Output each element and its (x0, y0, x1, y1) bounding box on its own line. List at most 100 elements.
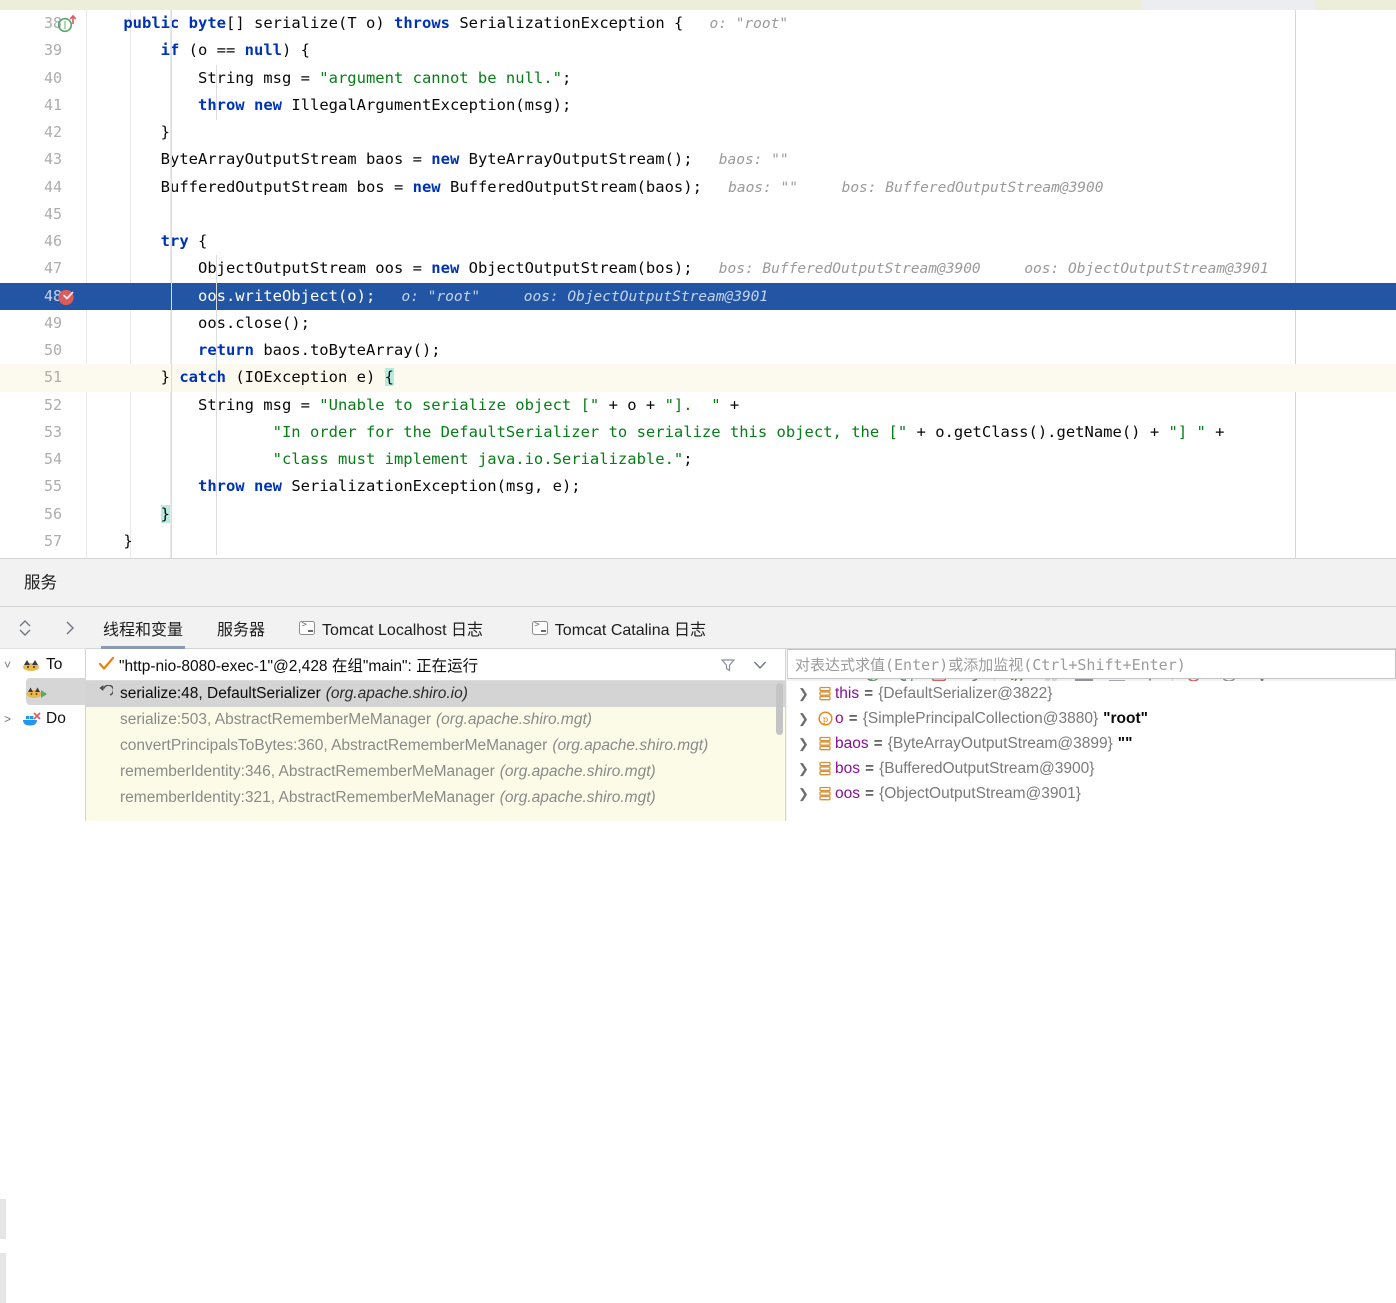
inline-debug-hint: baos: "" (692, 152, 789, 169)
frame-row[interactable]: serialize:48, DefaultSerializer (org.apac… (86, 681, 785, 707)
code-line-43[interactable]: 43 ByteArrayOutputStream baos = new Byte… (0, 146, 1396, 173)
code-text: BufferedOutputStream bos = new BufferedO… (86, 174, 1396, 201)
chevron-down-icon[interactable] (753, 660, 767, 670)
tab-label: 服务器 (217, 622, 266, 639)
code-line-44[interactable]: 44 BufferedOutputStream bos = new Buffer… (0, 174, 1396, 201)
frames-list[interactable]: serialize:48, DefaultSerializer (org.apac… (86, 681, 786, 821)
breakpoint-verified-icon[interactable] (56, 286, 78, 308)
code-line-47[interactable]: 47 ObjectOutputStream oos = new ObjectOu… (0, 255, 1396, 282)
code-line-54[interactable]: 54 "class must implement java.io.Seriali… (0, 446, 1396, 473)
code-line-57[interactable]: 57 } (0, 528, 1396, 555)
code-token: new (412, 177, 441, 196)
variable-name: o (835, 709, 844, 727)
expand-chevron-icon[interactable]: ❯ (798, 711, 815, 727)
code-token: + (720, 395, 740, 414)
frames-rows: serialize:48, DefaultSerializer (org.apac… (86, 681, 785, 811)
code-line-38[interactable]: 38 I public byte[] serialize(T o) throws … (0, 10, 1396, 37)
code-token: "class must implement java.io.Serializab… (272, 450, 684, 468)
thread-selector[interactable]: "http-nio-8080-exec-1"@2,428 在组"main": 正… (86, 649, 786, 681)
line-number: 45 (43, 204, 62, 223)
top-strip-segment-right (1315, 0, 1396, 10)
variable-row[interactable]: ❯ bos = {BufferedOutputStream@3900} (787, 756, 1396, 781)
tab-2[interactable]: Tomcat Localhost 日志 (297, 607, 485, 649)
debug-tabs-bar[interactable]: 线程和变量 服务器 Tomcat Localhost 日志 Tomcat Catali… (86, 607, 1396, 686)
code-line-45[interactable]: 45 (0, 201, 1396, 228)
code-line-51[interactable]: 51 } catch (IOException e) { (0, 364, 1396, 392)
tab-0[interactable]: 线程和变量 (101, 607, 186, 649)
expand-chevron-icon[interactable]: ❯ (798, 761, 815, 777)
code-token: ByteArrayOutputStream(); (459, 150, 693, 169)
code-line-39[interactable]: 39 if (o == null) { (0, 37, 1396, 64)
frame-row[interactable]: convertPrincipalsToBytes:360, AbstractRe… (86, 733, 785, 759)
running-check-icon (98, 656, 115, 670)
variables-tree[interactable]: ❯ this = {DefaultSerializer@3822} ❯ p o = {Simpl… (787, 681, 1396, 821)
parameter-icon: p (815, 711, 835, 726)
tab-3[interactable]: Tomcat Catalina 日志 (530, 607, 708, 649)
tab-1[interactable]: 服务器 (215, 607, 267, 649)
implementing-method-icon[interactable]: I (56, 13, 78, 35)
code-text: return baos.toByteArray(); (86, 337, 1396, 364)
frame-package: (org.apache.shiro.io) (325, 685, 468, 702)
code-line-41[interactable]: 41 throw new IllegalArgumentException(ms… (0, 92, 1396, 119)
expand-chevron-icon[interactable]: ❯ (798, 686, 815, 702)
code-line-42[interactable]: 42 } (0, 119, 1396, 146)
variable-equals: = (873, 734, 883, 752)
frame-row[interactable]: serialize:503, AbstractRememberMeManager… (86, 707, 785, 733)
code-token: ByteArrayOutputStream baos = (86, 150, 432, 169)
frame-package: (org.apache.shiro.mgt) (499, 763, 656, 780)
code-line-53[interactable]: 53 "In order for the DefaultSerializer t… (0, 419, 1396, 446)
filter-icon[interactable] (720, 657, 736, 673)
code-token: oos.writeObject(o); (86, 286, 376, 305)
code-token: String msg = (86, 395, 320, 414)
tomcat-icon (22, 657, 41, 673)
expand-chevron-icon[interactable]: ❯ (798, 736, 815, 752)
code-token: throws (394, 14, 451, 32)
breakpoint-verified-icon[interactable] (56, 286, 78, 308)
code-line-52[interactable]: 52 String msg = "Unable to serialize obj… (0, 392, 1396, 419)
thread-label: "http-nio-8080-exec-1"@2,428 在组"main": 正… (119, 657, 479, 675)
code-token: BufferedOutputStream(baos); (440, 177, 702, 196)
frames-scrollbar[interactable] (776, 683, 783, 735)
code-line-50[interactable]: 50 return baos.toByteArray(); (0, 337, 1396, 364)
evaluate-expression-input[interactable]: 对表达式求值(Enter)或添加监视(Ctrl+Shift+Enter) (787, 649, 1396, 679)
variable-row[interactable]: ❯ p o = {SimplePrincipalCollection@3880} "roo… (787, 706, 1396, 731)
tree-expand-chevron[interactable]: ˅ (4, 658, 22, 672)
variable-equals: = (864, 684, 874, 702)
code-token: ; (561, 68, 572, 87)
code-line-49[interactable]: 49 oos.close(); (0, 310, 1396, 337)
implementing-method-icon[interactable]: I (56, 13, 78, 35)
code-text: throw new IllegalArgumentException(msg); (86, 92, 1396, 119)
code-token: baos.toByteArray(); (253, 341, 441, 359)
chevron-right-icon[interactable] (64, 619, 76, 637)
code-token: return (197, 341, 254, 359)
tree-expand-chevron[interactable]: ˃ (4, 712, 22, 726)
code-line-40[interactable]: 40 String msg = "argument cannot be null… (0, 65, 1396, 92)
expand-chevron-icon[interactable]: ❯ (798, 786, 815, 802)
code-line-48[interactable]: 48 oos.writeObject(o); o: "root" oos: Ob… (0, 282, 1396, 310)
code-editor[interactable]: 38 I public byte[] serialize(T o) throws … (0, 10, 1396, 558)
code-token: ObjectOutputStream(bos); (459, 259, 693, 278)
code-line-56[interactable]: 56 } (0, 501, 1396, 528)
code-line-55[interactable]: 55 throw new SerializationException(msg,… (0, 473, 1396, 500)
code-token: ) { (281, 41, 310, 60)
code-token: BufferedOutputStream bos = (86, 177, 413, 196)
services-tree[interactable]: ˅ To ˃ Do (0, 607, 126, 821)
expand-collapse-icon[interactable] (17, 619, 33, 637)
frame-row[interactable]: rememberIdentity:346, AbstractRememberMe… (86, 759, 785, 785)
variable-row[interactable]: ❯ oos = {ObjectOutputStream@3901} (787, 781, 1396, 806)
frame-method: serialize:48, DefaultSerializer (120, 685, 321, 702)
code-token: o) (356, 14, 395, 32)
code-token: serialize (254, 14, 338, 32)
line-number: 52 (43, 395, 62, 414)
line-number: 44 (43, 177, 62, 196)
services-tool-window[interactable]: 服务 ˅ To ˃ Do 线程和变量 服务器 Tomcat Localhost 日志 Tom… (0, 558, 1396, 1303)
variable-row[interactable]: ❯ this = {DefaultSerializer@3822} (787, 681, 1396, 706)
line-number: 56 (43, 504, 62, 523)
code-line-46[interactable]: 46 try { (0, 228, 1396, 255)
variable-row[interactable]: ❯ baos = {ByteArrayOutputStream@3899} "" (787, 731, 1396, 756)
docker-icon (22, 711, 41, 727)
tab-label: Tomcat Catalina 日志 (554, 622, 706, 639)
frame-row[interactable]: rememberIdentity:321, AbstractRememberMe… (86, 785, 785, 811)
